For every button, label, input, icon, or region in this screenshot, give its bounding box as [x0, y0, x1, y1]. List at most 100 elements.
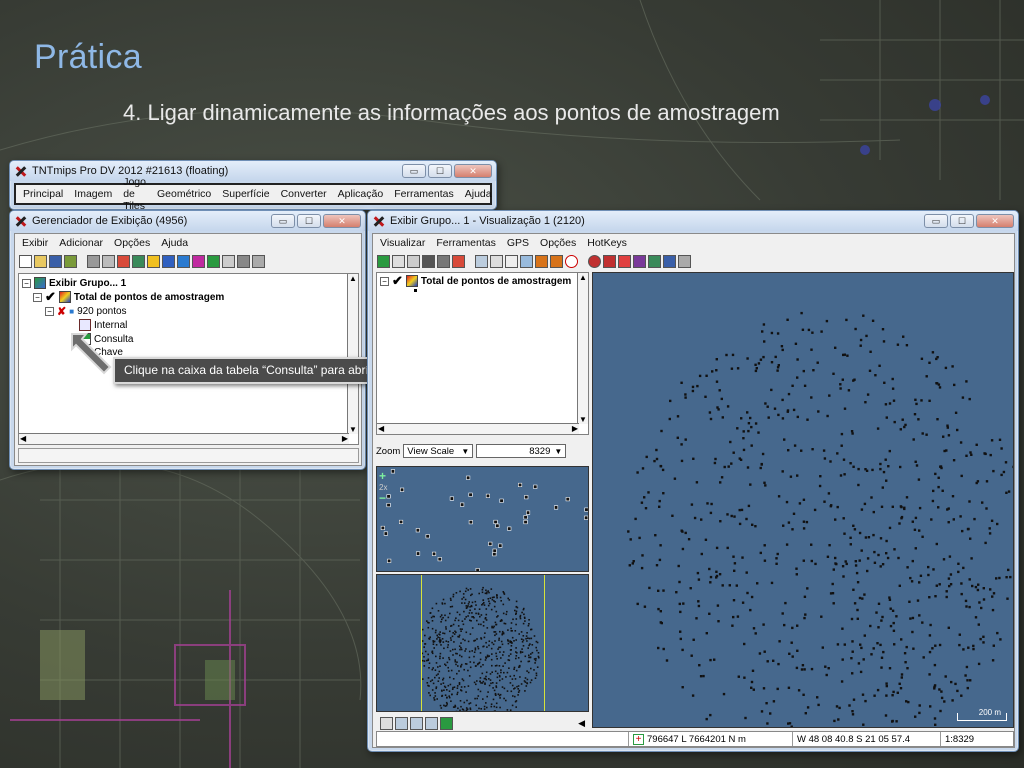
- cad-icon[interactable]: [162, 254, 175, 268]
- menu-opcoes[interactable]: Opções: [114, 237, 150, 249]
- pan-icon[interactable]: [392, 254, 405, 268]
- zoom-in-icon[interactable]: +: [379, 469, 386, 483]
- close-button[interactable]: ✕: [323, 214, 361, 228]
- overview-map[interactable]: [376, 574, 589, 712]
- export-icon[interactable]: [663, 254, 676, 268]
- table-icon[interactable]: [222, 254, 235, 268]
- maximize-button[interactable]: ☐: [950, 214, 974, 228]
- stop-icon[interactable]: [565, 254, 578, 268]
- menu-imagem[interactable]: Imagem: [74, 188, 112, 200]
- menu-ferramentas[interactable]: Ferramentas: [436, 237, 496, 249]
- collapse-toggle[interactable]: −: [33, 292, 42, 302]
- save-icon[interactable]: [49, 254, 62, 268]
- legend-vertical-scrollbar[interactable]: ▲ ▼: [577, 273, 588, 424]
- menu-gps[interactable]: GPS: [507, 237, 529, 249]
- menu-ferramentas[interactable]: Ferramentas: [394, 188, 454, 200]
- find-icon[interactable]: [603, 254, 616, 268]
- crosshair-icon[interactable]: [505, 254, 518, 268]
- collapse-toggle[interactable]: −: [22, 278, 31, 288]
- tree-row-group[interactable]: − Exibir Grupo... 1: [22, 277, 126, 289]
- layout-icon[interactable]: [648, 254, 661, 268]
- menu-ajuda[interactable]: Ajuda: [465, 188, 492, 200]
- crosshair-icon[interactable]: +: [633, 733, 644, 745]
- forward-icon[interactable]: [550, 254, 563, 268]
- zoom-value-select[interactable]: 8329 ▼: [476, 444, 567, 458]
- checkmark-icon[interactable]: ✔: [45, 290, 56, 303]
- close-button[interactable]: ✕: [976, 214, 1014, 228]
- sample-point: [770, 331, 774, 335]
- add-icon[interactable]: [452, 254, 465, 268]
- collapse-toggle[interactable]: −: [45, 307, 54, 316]
- edit-icon[interactable]: [633, 254, 646, 268]
- menu-hotkeys[interactable]: HotKeys: [587, 237, 627, 249]
- menu-principal[interactable]: Principal: [23, 188, 63, 200]
- menu-adicionar[interactable]: Adicionar: [59, 237, 103, 249]
- sample-point: [998, 438, 1002, 441]
- sample-point: [913, 413, 917, 416]
- tree-row-points[interactable]: − ✘ ■ 920 pontos: [45, 305, 127, 318]
- vector-icon[interactable]: [147, 254, 160, 268]
- raster-icon[interactable]: [132, 254, 145, 268]
- menu-jogo-de-tiles[interactable]: Jogo de Tiles: [123, 176, 146, 212]
- magnify-icon[interactable]: [425, 716, 438, 730]
- new-icon[interactable]: [19, 254, 32, 268]
- redraw-icon[interactable]: [377, 254, 390, 268]
- zoom-extent-icon[interactable]: [395, 716, 408, 730]
- back-icon[interactable]: [535, 254, 548, 268]
- locator-map-detail[interactable]: + 2x −: [376, 466, 589, 572]
- measure-icon[interactable]: [490, 254, 503, 268]
- view-window-titlebar[interactable]: Exibir Grupo... 1 - Visualização 1 (2120…: [368, 211, 1018, 231]
- zoom-mode-select[interactable]: View Scale ▼: [403, 444, 474, 458]
- shape-icon[interactable]: [207, 254, 220, 268]
- tree-row-layer[interactable]: − ✔ Total de pontos de amostragem: [33, 290, 224, 303]
- menu-ajuda[interactable]: Ajuda: [161, 237, 188, 249]
- zoom-icon[interactable]: [407, 254, 420, 268]
- query-icon[interactable]: [520, 254, 533, 268]
- menu-opcoes[interactable]: Opções: [540, 237, 576, 249]
- full-view-icon[interactable]: [440, 716, 453, 730]
- menu-superficie[interactable]: Superfície: [222, 188, 269, 200]
- menu-exibir[interactable]: Exibir: [22, 237, 48, 249]
- open-folder-icon[interactable]: [34, 254, 47, 268]
- main-window-titlebar[interactable]: TNTmips Pro DV 2012 #21613 (floating) ▭ …: [10, 161, 496, 181]
- camera-icon[interactable]: [437, 254, 450, 268]
- tin-icon[interactable]: [177, 254, 190, 268]
- layer-icon[interactable]: [87, 254, 100, 268]
- legend-horizontal-scrollbar[interactable]: ◀ ▶: [377, 423, 579, 434]
- print-icon[interactable]: [64, 254, 77, 268]
- minimize-button[interactable]: ▭: [271, 214, 295, 228]
- sample-point: [855, 571, 859, 575]
- close-button[interactable]: ✕: [454, 164, 492, 178]
- gps-icon[interactable]: [588, 254, 601, 268]
- properties-icon[interactable]: [252, 254, 265, 268]
- sample-point: [657, 589, 660, 592]
- menu-aplicacao[interactable]: Aplicação: [338, 188, 384, 200]
- group-icon[interactable]: [102, 254, 115, 268]
- tree-horizontal-scrollbar[interactable]: ◀ ▶: [19, 433, 349, 444]
- collapse-toggle[interactable]: −: [380, 276, 389, 286]
- menu-visualizar[interactable]: Visualizar: [380, 237, 425, 249]
- panel-arrow-icon[interactable]: ◀: [578, 718, 585, 729]
- zoom-box-icon[interactable]: [410, 716, 423, 730]
- binoculars-icon[interactable]: [422, 254, 435, 268]
- grid-icon[interactable]: [237, 254, 250, 268]
- overview-extent-box[interactable]: [421, 575, 545, 711]
- main-map-view[interactable]: 200 m: [592, 272, 1014, 728]
- checkmark-icon[interactable]: ✔: [392, 274, 403, 287]
- menu-converter[interactable]: Converter: [281, 188, 327, 200]
- add-layer-icon[interactable]: [117, 254, 130, 268]
- legend-row-layer[interactable]: − ✔ Total de pontos de amostragem: [380, 274, 571, 287]
- maximize-button[interactable]: ☐: [297, 214, 321, 228]
- tree-vertical-scrollbar[interactable]: ▲ ▼: [347, 274, 358, 434]
- list-icon[interactable]: [380, 716, 393, 730]
- minimize-button[interactable]: ▭: [402, 164, 426, 178]
- menu-geometrico[interactable]: Geométrico: [157, 188, 211, 200]
- maximize-button[interactable]: ☐: [428, 164, 452, 178]
- marker-icon[interactable]: [618, 254, 631, 268]
- minimize-button[interactable]: ▭: [924, 214, 948, 228]
- display-manager-titlebar[interactable]: Gerenciador de Exibição (4956) ▭ ☐ ✕: [10, 211, 365, 231]
- zoom-out-icon[interactable]: −: [379, 491, 386, 505]
- select-icon[interactable]: [475, 254, 488, 268]
- region-icon[interactable]: [192, 254, 205, 268]
- settings-icon[interactable]: [678, 254, 691, 268]
